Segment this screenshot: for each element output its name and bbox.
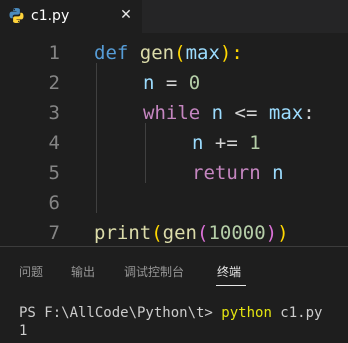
terminal-prompt: PS F:\AllCode\Python\t>: [19, 305, 222, 321]
code-token: =: [154, 72, 189, 94]
line-number: 4: [48, 132, 60, 154]
editor-tab-bar: c1.py ✕: [0, 0, 348, 33]
code-token: max: [185, 42, 220, 64]
panel-tab-terminal[interactable]: 终端: [217, 264, 241, 280]
code-line-6[interactable]: 6: [0, 188, 348, 218]
code-line-2[interactable]: 2 n = 0: [0, 68, 348, 98]
code-token: return: [192, 162, 261, 184]
code-text: n = 0: [143, 68, 200, 98]
code-token: (: [151, 222, 163, 244]
code-token: max: [268, 102, 304, 124]
code-line-7[interactable]: 7 print(gen(10000)): [0, 218, 348, 248]
code-token: n: [143, 72, 155, 94]
line-number: 5: [48, 162, 60, 184]
code-line-1[interactable]: 1 def gen(max):: [0, 38, 348, 68]
code-token: n: [272, 162, 284, 184]
code-text: while n <= max:: [143, 98, 315, 128]
code-line-5[interactable]: 5 return n: [0, 158, 348, 188]
panel-tab-debug-console[interactable]: 调试控制台: [124, 264, 184, 280]
line-number: 1: [48, 42, 60, 64]
panel-tab-problems[interactable]: 问题: [19, 264, 43, 280]
code-token: n: [192, 132, 204, 154]
code-text: def gen(max):: [94, 38, 243, 68]
editor-tab-c1py[interactable]: c1.py ✕: [0, 0, 142, 33]
code-token: (: [196, 222, 209, 244]
code-line-3[interactable]: 3 while n <= max:: [0, 98, 348, 128]
code-token: gen: [162, 222, 197, 244]
line-number: 6: [48, 192, 60, 214]
panel-tab-output[interactable]: 输出: [71, 264, 95, 280]
code-token: <=: [223, 102, 269, 124]
line-number: 3: [48, 102, 60, 124]
code-token: ): [265, 222, 278, 244]
code-text: print(gen(10000)): [94, 218, 289, 248]
code-token: (: [174, 42, 186, 64]
tab-filename: c1.py: [31, 8, 70, 24]
code-token: 10000: [208, 222, 266, 244]
code-line-4[interactable]: 4 n += 1: [0, 128, 348, 158]
terminal-args: c1.py: [271, 305, 323, 321]
code-token: +=: [203, 132, 250, 154]
terminal-prompt-line[interactable]: PS F:\AllCode\Python\t> python c1.py: [19, 304, 322, 322]
python-icon: [9, 8, 24, 23]
code-editor[interactable]: 1 def gen(max): 2 n = 0 3 while n <= max: 4 n +…: [0, 33, 348, 246]
terminal-command: python: [221, 305, 272, 321]
code-token: :: [303, 102, 315, 124]
bottom-panel: 问题 输出 调试控制台 终端 PS F:\AllCode\Python\t> p…: [0, 246, 348, 343]
code-token: print: [94, 222, 152, 244]
code-token: gen: [139, 42, 175, 64]
code-token: 0: [188, 72, 201, 94]
line-number: 7: [48, 222, 60, 244]
code-token: def: [94, 42, 129, 64]
code-text: return n: [192, 158, 284, 188]
line-number: 2: [48, 72, 60, 94]
code-text: n += 1: [192, 128, 261, 158]
close-icon[interactable]: ✕: [118, 6, 134, 24]
code-token: n: [211, 102, 224, 124]
code-token: ):: [219, 42, 243, 64]
code-token: ): [277, 222, 289, 244]
terminal-output: 1: [19, 323, 28, 339]
code-token: 1: [249, 132, 261, 154]
active-tab-indicator: [216, 285, 246, 286]
code-token: while: [143, 102, 201, 124]
